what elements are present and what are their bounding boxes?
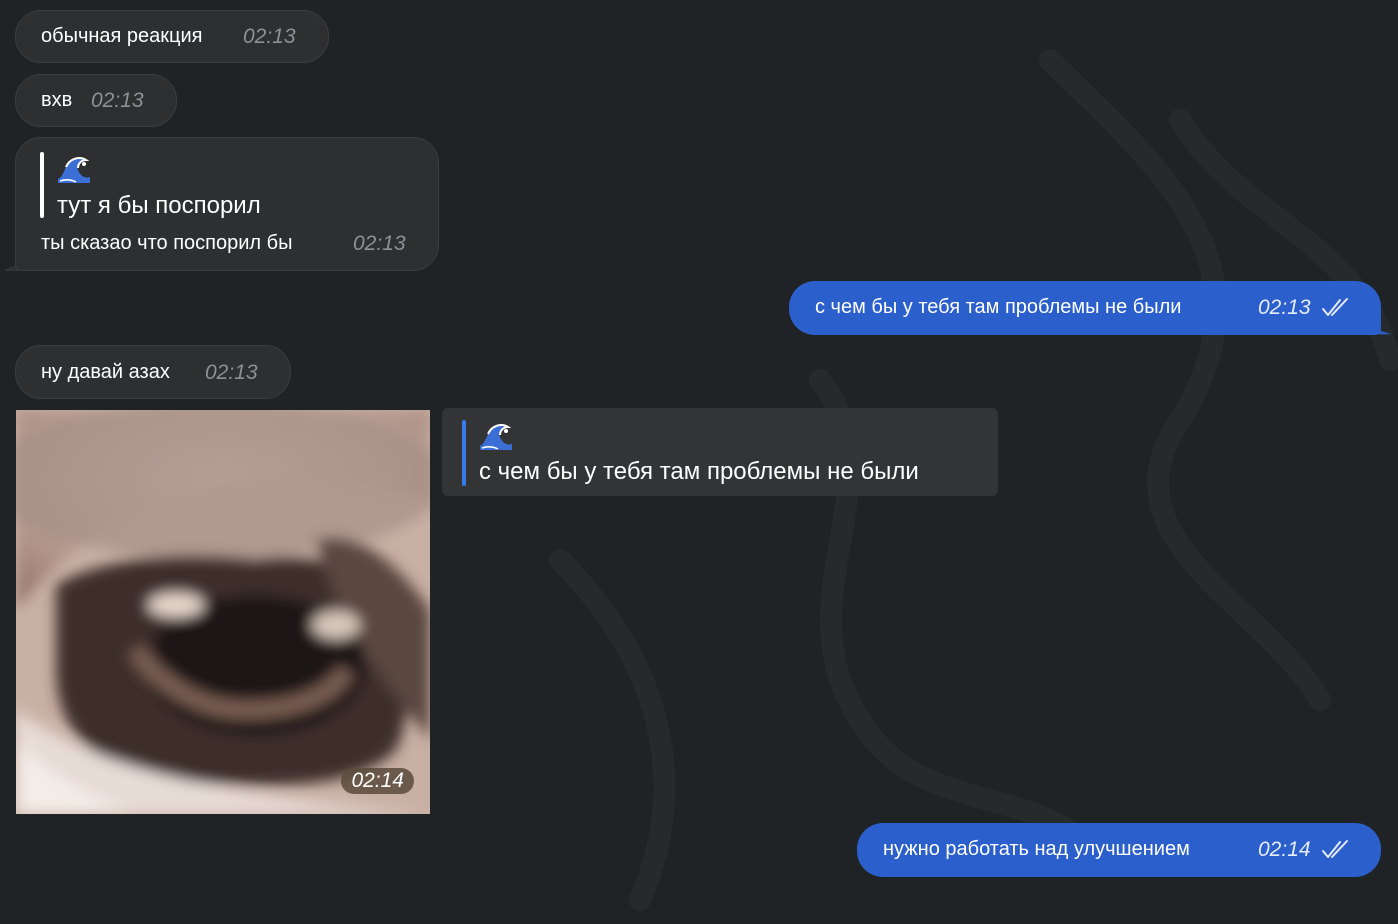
reply-quote-text: тут я бы поспорил [57,192,261,219]
message-bubble-incoming[interactable]: вхв 02:13 [15,74,177,127]
message-bubble-incoming[interactable]: ну давай азах 02:13 [15,345,291,399]
message-bubble-incoming-reply[interactable]: тут я бы поспорил ты сказао что поспорил… [15,137,439,271]
message-time: 02:14 [341,768,414,794]
message-time: 02:13 [243,25,296,48]
message-text: обычная реакция [41,25,203,47]
water-wave-icon [58,157,90,183]
reply-quote-bar [40,152,44,218]
message-text: нужно работать над улучшением [883,838,1190,860]
crying-face-sticker-image [16,410,430,814]
message-text: ну давай азах [41,361,170,383]
message-time: 02:13 [91,89,144,112]
water-wave-icon [480,424,512,450]
message-time: 02:13 [353,232,406,255]
message-bubble-outgoing[interactable]: нужно работать над улучшением 02:14 [857,823,1381,877]
message-bubble-incoming[interactable]: обычная реакция 02:13 [15,10,329,63]
message-text: с чем бы у тебя там проблемы не были [815,296,1182,318]
message-time: 02:14 [1258,838,1311,861]
message-time: 02:13 [1258,296,1311,319]
double-check-icon [1322,840,1348,858]
crying-face-sticker[interactable]: 02:14 [16,410,430,814]
reply-quote-text: с чем бы у тебя там проблемы не были [479,458,919,485]
double-check-icon [1322,298,1348,316]
message-text: вхв [41,89,73,111]
reply-quote-bar [462,420,466,486]
message-text: ты сказао что поспорил бы [41,232,293,254]
message-bubble-outgoing[interactable]: с чем бы у тебя там проблемы не были 02:… [789,281,1381,335]
message-time: 02:13 [205,361,258,384]
sticker-reply-card[interactable]: с чем бы у тебя там проблемы не были [442,408,998,496]
